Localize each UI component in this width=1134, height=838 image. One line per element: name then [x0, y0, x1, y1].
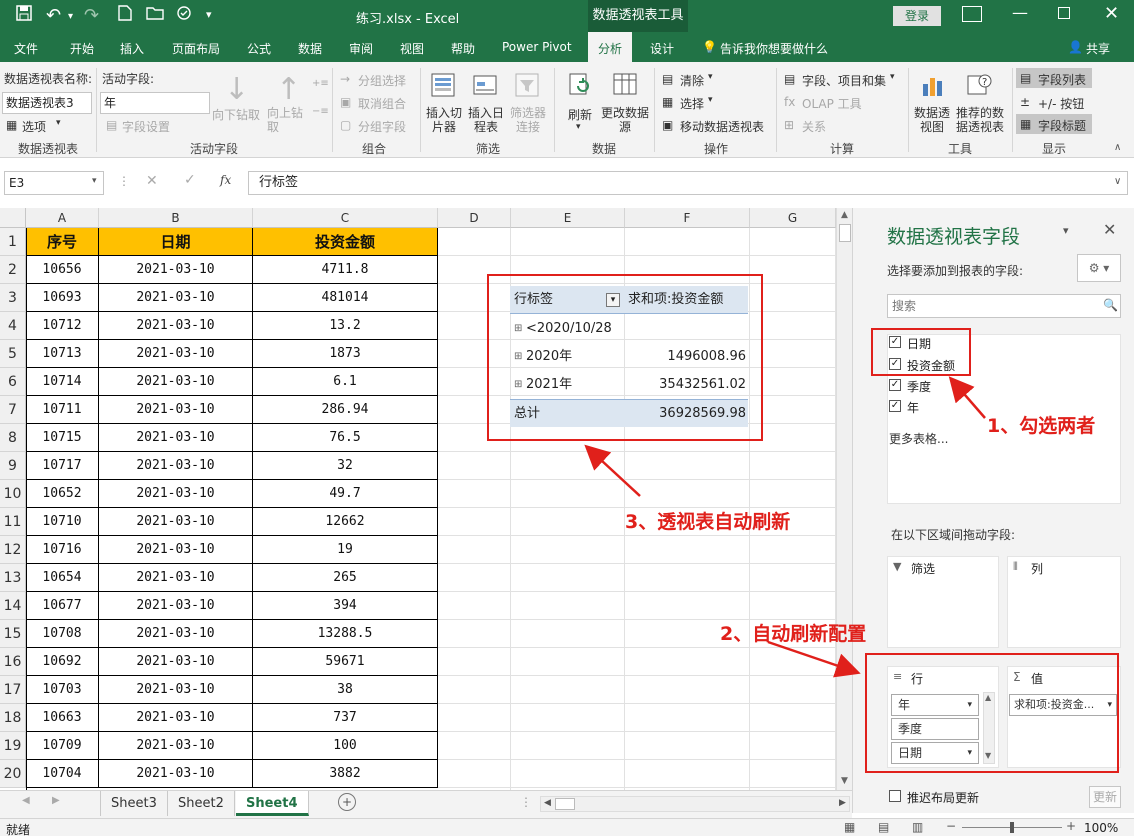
sheet-tab-sheet4[interactable]: Sheet4 — [236, 791, 309, 816]
prev-sheet-icon[interactable]: ◀ — [22, 795, 30, 806]
horizontal-scroll-thumb[interactable] — [555, 798, 575, 810]
arrow-to-pivot — [584, 444, 641, 497]
scroll-left-icon[interactable]: ◀ — [544, 798, 551, 808]
status-bar: 就绪 ▦ ▤ ▥ − + 100% — [0, 818, 1134, 837]
normal-view-icon[interactable]: ▦ — [844, 820, 855, 834]
page-layout-view-icon[interactable]: ▤ — [878, 820, 889, 834]
sheet-tab-sheet3[interactable]: Sheet3 — [100, 791, 168, 816]
sheet-tab-sheet2[interactable]: Sheet2 — [168, 791, 235, 816]
page-break-view-icon[interactable]: ▥ — [912, 820, 923, 834]
sheet-tab-bar: ◀ ▶ Sheet3 Sheet2 Sheet4 + ⋮ ◀ ▶ — [0, 790, 852, 818]
zoom-out-icon[interactable]: − — [946, 819, 956, 833]
zoom-level[interactable]: 100% — [1084, 821, 1118, 835]
arrow-to-areas — [767, 640, 861, 678]
next-sheet-icon[interactable]: ▶ — [52, 795, 60, 806]
horizontal-scrollbar[interactable]: ◀ ▶ — [540, 796, 850, 812]
add-sheet-icon[interactable]: + — [338, 793, 356, 811]
tab-split-handle[interactable]: ⋮ — [520, 795, 532, 809]
scroll-right-icon[interactable]: ▶ — [839, 798, 846, 808]
annotation-step-3: 3、透视表自动刷新 — [625, 511, 791, 533]
zoom-in-icon[interactable]: + — [1066, 819, 1076, 833]
status-ready: 就绪 — [6, 823, 31, 837]
zoom-slider-thumb[interactable] — [1010, 822, 1014, 833]
arrow-to-fields — [948, 376, 986, 419]
annotation-step-2: 2、自动刷新配置 — [720, 623, 867, 645]
annotation-arrows — [584, 376, 986, 678]
annotation-step-1: 1、勾选两者 — [987, 415, 1096, 437]
